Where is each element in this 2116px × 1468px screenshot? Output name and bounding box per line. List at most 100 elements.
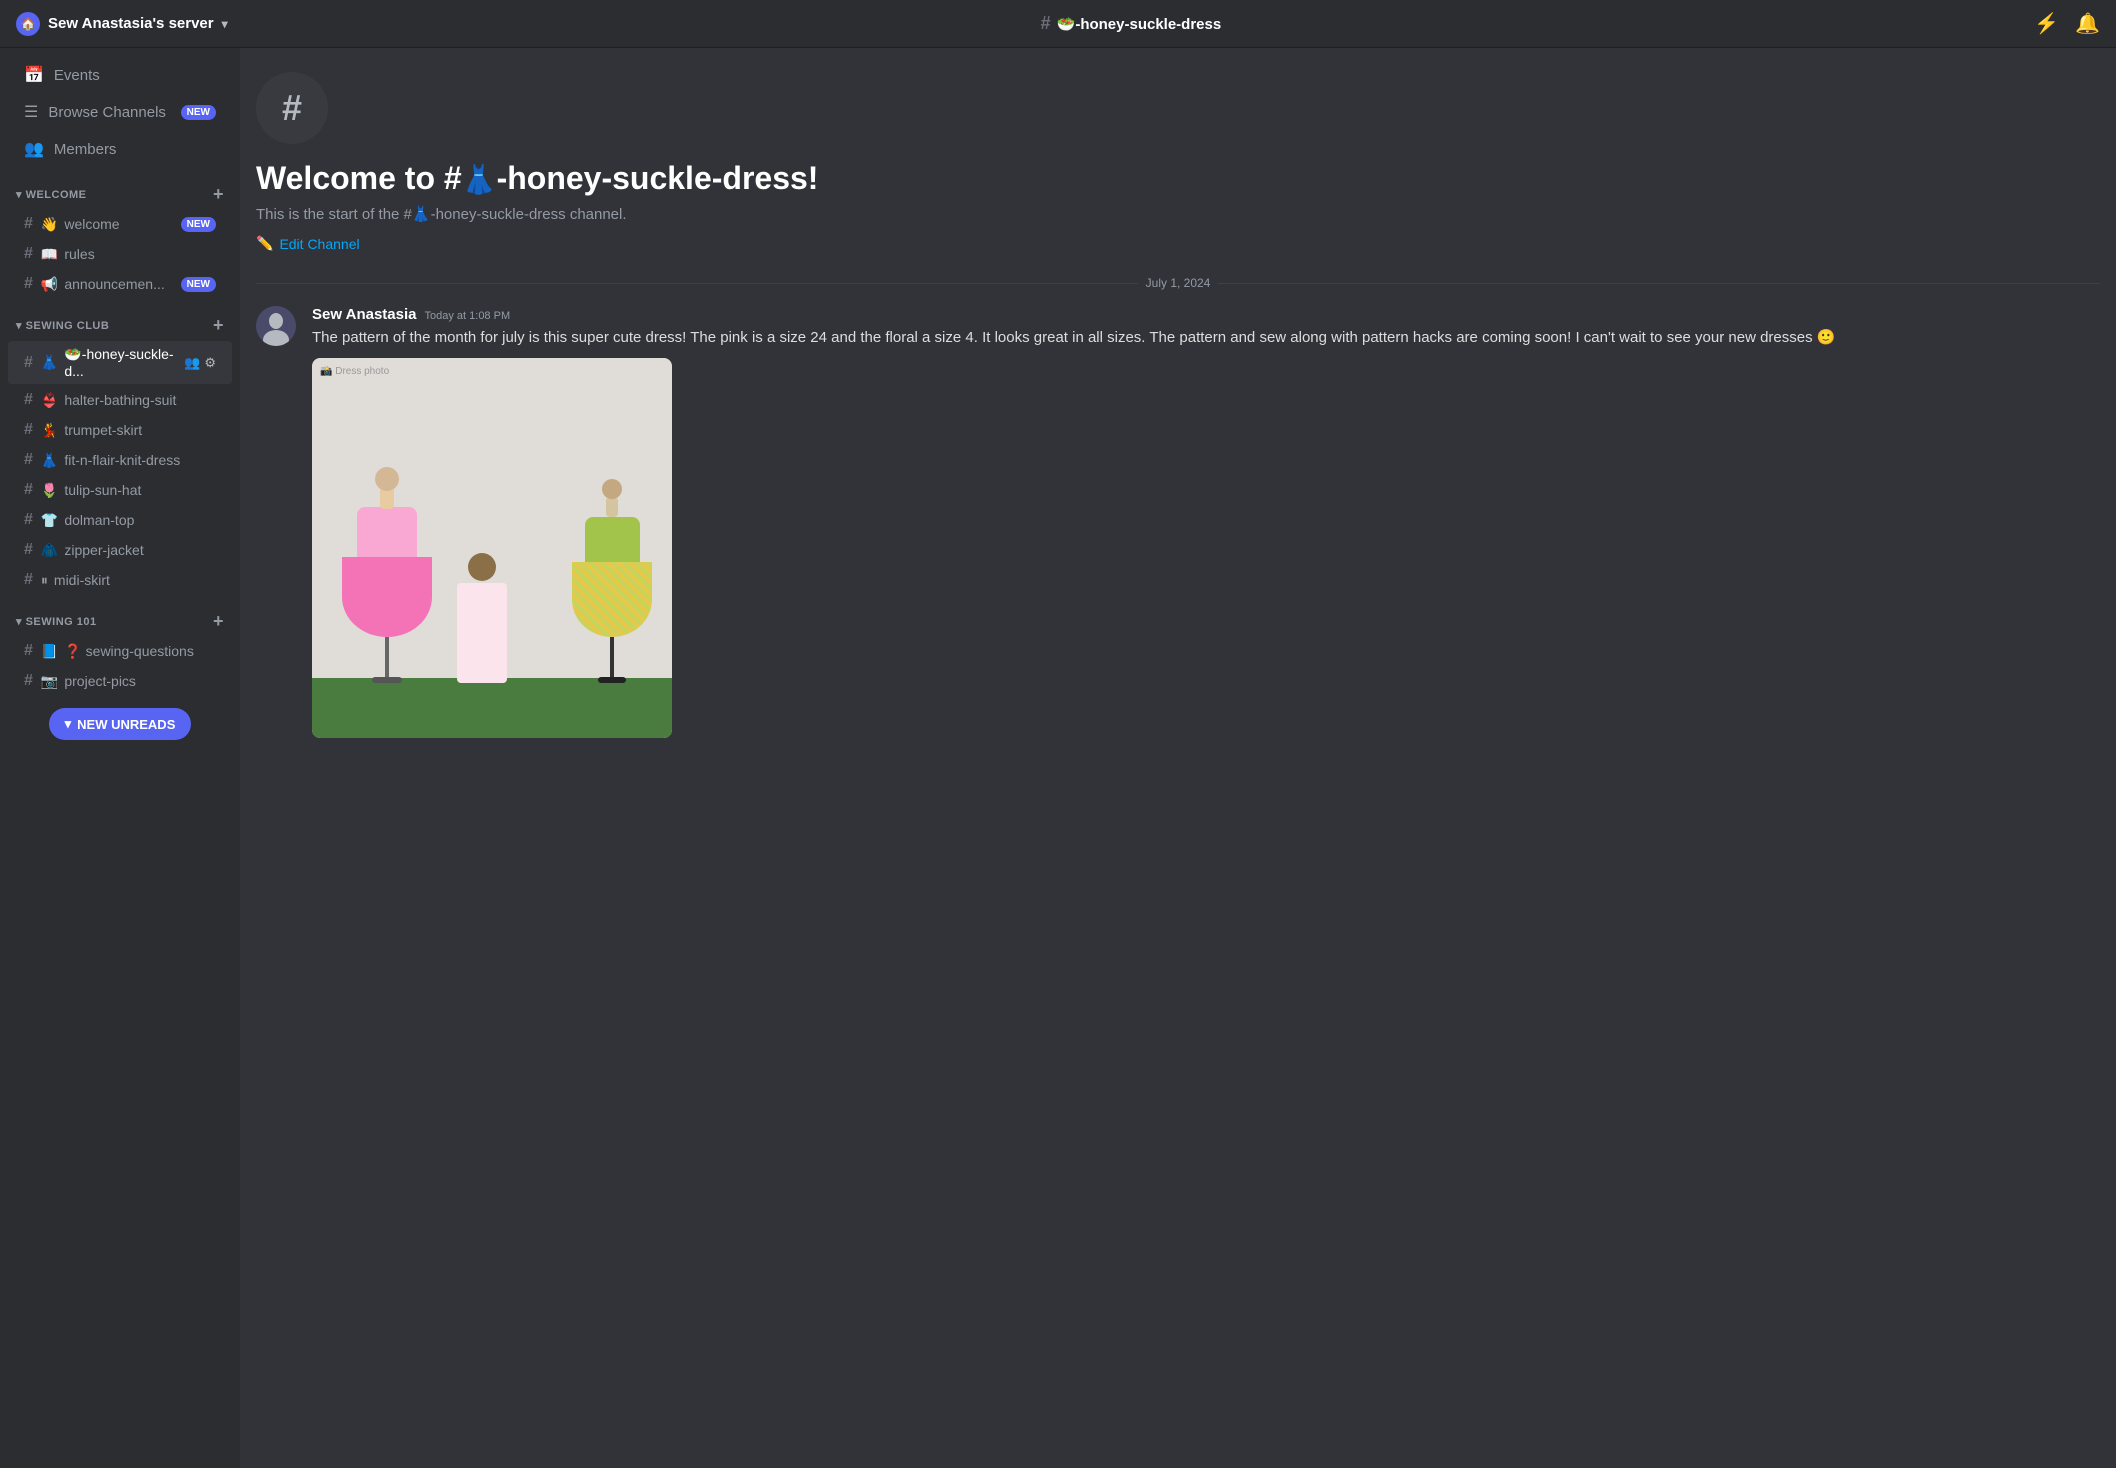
hash-icon: # — [24, 642, 33, 660]
main-layout: 📅 Events ☰ Browse Channels NEW 👥 Members… — [0, 48, 2116, 1468]
image-caption: 📸 Dress photo — [320, 366, 389, 377]
channel-name-header: 🥗-honey-suckle-dress — [1057, 15, 1222, 33]
channel-announcements-name: announcemen... — [64, 276, 164, 292]
channel-pp-emoji: 📷 — [41, 673, 58, 690]
channel-sewing-questions[interactable]: # 📘 ❓ sewing-questions — [8, 637, 232, 665]
chevron-down-icon2: ▾ — [65, 716, 72, 732]
bell-icon[interactable]: 🔔 — [2075, 11, 2100, 36]
section-welcome-label: ▾ WELCOME — [16, 188, 87, 201]
sidebar-item-members[interactable]: 👥 Members — [8, 131, 232, 167]
channel-zipper-name: zipper-jacket — [64, 542, 143, 558]
members2-icon: 👥 — [184, 355, 200, 371]
browse-channels-label: Browse Channels — [48, 104, 166, 121]
sidebar: 📅 Events ☰ Browse Channels NEW 👥 Members… — [0, 48, 240, 1468]
chat-area: # Welcome to #👗-honey-suckle-dress! This… — [240, 48, 2116, 1468]
server-icon: 🏠 — [16, 12, 40, 36]
events-icon: 📅 — [24, 65, 44, 85]
channel-announcements-emoji: 📢 — [41, 276, 58, 293]
events-label: Events — [54, 67, 100, 84]
message-text: The pattern of the month for july is thi… — [312, 327, 2100, 350]
add-sewing-101-channel-button[interactable]: + — [213, 611, 224, 632]
hash-icon: # — [24, 541, 33, 559]
channel-rules[interactable]: # 📖 rules — [8, 240, 232, 268]
hash-icon: # — [24, 391, 33, 409]
channel-dolman-name: dolman-top — [64, 512, 134, 528]
channel-hash-icon: # — [1041, 13, 1051, 34]
hash-icon: # — [24, 354, 33, 372]
settings-icon[interactable]: ⚙ — [204, 355, 216, 371]
message-time: Today at 1:08 PM — [425, 310, 511, 322]
hash-icon: # — [24, 421, 33, 439]
channel-fit-n-flair[interactable]: # 👗 fit-n-flair-knit-dress — [8, 446, 232, 474]
top-bar-actions: ⚡ 🔔 — [2034, 11, 2100, 36]
channel-welcome[interactable]: # 👋 welcome NEW — [8, 210, 232, 238]
edit-channel-label: Edit Channel — [279, 236, 359, 252]
channel-header: # 🥗-honey-suckle-dress — [1041, 13, 1222, 34]
channel-tulip[interactable]: # 🌷 tulip-sun-hat — [8, 476, 232, 504]
section-sewing-club[interactable]: ▾ SEWING CLUB + — [0, 299, 240, 340]
channel-welcome-title: Welcome to #👗-honey-suckle-dress! — [256, 160, 2100, 197]
channel-announcements-badge: NEW — [181, 277, 216, 292]
message-header: Sew Anastasia Today at 1:08 PM — [312, 306, 2100, 323]
channel-welcome-name: welcome — [64, 216, 119, 232]
sidebar-item-browse-channels[interactable]: ☰ Browse Channels NEW — [8, 94, 232, 130]
section-welcome[interactable]: ▾ WELCOME + — [0, 168, 240, 209]
channel-fit-name: fit-n-flair-knit-dress — [64, 452, 180, 468]
channel-active-icons: 👥 ⚙ — [184, 355, 216, 371]
channel-trumpet[interactable]: # 💃 trumpet-skirt — [8, 416, 232, 444]
hash-icon: # — [24, 672, 33, 690]
channel-honey-suckle-dress[interactable]: # 👗 🥗-honey-suckle-d... 👥 ⚙ — [8, 341, 232, 384]
members-icon: 👥 — [24, 139, 44, 159]
sidebar-item-events[interactable]: 📅 Events — [8, 57, 232, 93]
channel-welcome-desc: This is the start of the #👗-honey-suckle… — [256, 205, 2100, 223]
chevron-down-icon: ▾ — [222, 17, 228, 31]
chat-content: # Welcome to #👗-honey-suckle-dress! This… — [240, 48, 2116, 1468]
threads-icon[interactable]: ⚡ — [2034, 11, 2059, 36]
hash-icon: # — [24, 571, 33, 589]
section-sewing-101-label: ▾ SEWING 101 — [16, 615, 97, 628]
section-sewing-101[interactable]: ▾ SEWING 101 + — [0, 595, 240, 636]
section-sewing-club-label: ▾ SEWING CLUB — [16, 319, 109, 332]
edit-channel-link[interactable]: ✏️ Edit Channel — [256, 235, 360, 252]
pencil-icon: ✏️ — [256, 235, 273, 252]
channel-announcements[interactable]: # 📢 announcemen... NEW — [8, 270, 232, 298]
channel-midi-emoji: ⏸ — [41, 572, 48, 589]
browse-icon: ☰ — [24, 102, 38, 122]
channel-midi[interactable]: # ⏸ midi-skirt — [8, 566, 232, 594]
channel-zipper-emoji: 🧥 — [41, 542, 58, 559]
message: Sew Anastasia Today at 1:08 PM The patte… — [256, 306, 2100, 738]
channel-welcome-section: # Welcome to #👗-honey-suckle-dress! This… — [256, 72, 2100, 252]
channel-midi-name: midi-skirt — [54, 572, 110, 588]
channel-project-pics[interactable]: # 📷 project-pics — [8, 667, 232, 695]
channel-zipper[interactable]: # 🧥 zipper-jacket — [8, 536, 232, 564]
channel-dolman-emoji: 👕 — [41, 512, 58, 529]
new-unreads-banner[interactable]: ▾ NEW UNREADS — [49, 708, 192, 740]
hash-big-icon: # — [282, 87, 302, 129]
avatar — [256, 306, 296, 346]
server-name-area[interactable]: 🏠 Sew Anastasia's server ▾ — [16, 12, 228, 36]
hash-icon: # — [24, 481, 33, 499]
add-welcome-channel-button[interactable]: + — [213, 184, 224, 205]
channel-icon-circle: # — [256, 72, 328, 144]
channel-tulip-emoji: 🌷 — [41, 482, 58, 499]
new-unreads-label: NEW UNREADS — [77, 717, 175, 732]
channel-tulip-name: tulip-sun-hat — [64, 482, 141, 498]
hash-icon: # — [24, 275, 33, 293]
members-label: Members — [54, 141, 117, 158]
channel-trumpet-name: trumpet-skirt — [64, 422, 142, 438]
channel-dolman[interactable]: # 👕 dolman-top — [8, 506, 232, 534]
channel-rules-emoji: 📖 — [41, 246, 58, 263]
hash-icon: # — [24, 245, 33, 263]
channel-welcome-badge: NEW — [181, 217, 216, 232]
message-image[interactable]: 📸 Dress photo — [312, 358, 672, 738]
add-sewing-club-channel-button[interactable]: + — [213, 315, 224, 336]
hash-icon: # — [24, 215, 33, 233]
channel-fit-emoji: 👗 — [41, 452, 58, 469]
message-author: Sew Anastasia — [312, 306, 417, 323]
browse-channels-badge: NEW — [181, 105, 216, 120]
channel-honey-name: 🥗-honey-suckle-d... — [64, 346, 178, 379]
channel-sq-emoji: 📘 — [41, 643, 58, 660]
message-content: Sew Anastasia Today at 1:08 PM The patte… — [312, 306, 2100, 738]
date-divider: July 1, 2024 — [256, 276, 2100, 290]
channel-halter[interactable]: # 👙 halter-bathing-suit — [8, 386, 232, 414]
